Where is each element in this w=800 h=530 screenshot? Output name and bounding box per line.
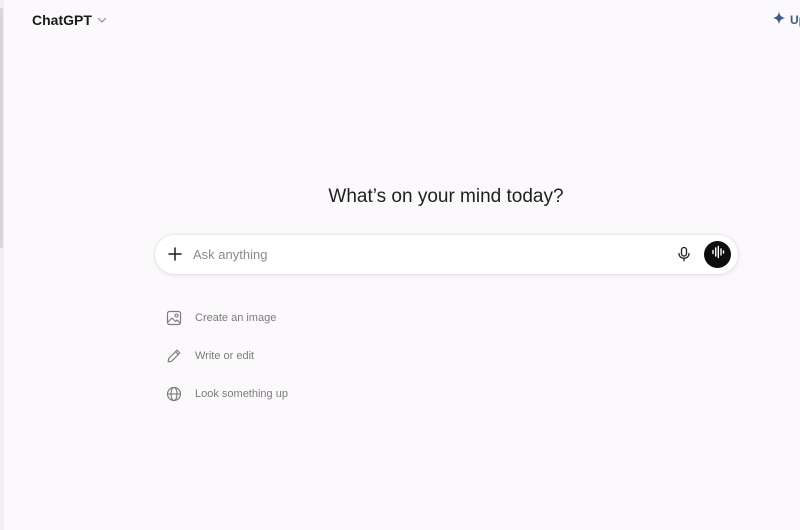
sparkle-icon: [772, 11, 786, 28]
upgrade-button[interactable]: Up: [772, 11, 800, 28]
pencil-icon: [165, 347, 183, 365]
voice-mode-button[interactable]: [704, 241, 731, 268]
globe-icon: [165, 385, 183, 403]
sidebar-edge: [0, 0, 4, 530]
scrollbar-thumb[interactable]: [0, 8, 3, 248]
suggestion-look-up[interactable]: Look something up: [165, 382, 288, 406]
waveform-icon: [711, 245, 725, 264]
image-icon: [165, 309, 183, 327]
suggestion-create-image[interactable]: Create an image: [165, 306, 288, 330]
model-switcher-button[interactable]: ChatGPT: [24, 8, 116, 32]
page-title: What’s on your mind today?: [328, 186, 564, 207]
suggestion-label: Look something up: [195, 388, 288, 400]
upgrade-label: Up: [790, 12, 800, 27]
chat-input[interactable]: [193, 243, 663, 265]
suggestion-label: Create an image: [195, 312, 277, 324]
chat-composer: [155, 235, 738, 274]
model-name: ChatGPT: [32, 12, 92, 28]
suggestion-list: Create an image Write or edit Look somet…: [165, 306, 288, 420]
chevron-down-icon: [96, 14, 108, 26]
microphone-icon[interactable]: [676, 246, 692, 262]
suggestion-label: Write or edit: [195, 350, 255, 362]
plus-icon[interactable]: [167, 246, 183, 262]
suggestion-write-edit[interactable]: Write or edit: [165, 344, 288, 368]
